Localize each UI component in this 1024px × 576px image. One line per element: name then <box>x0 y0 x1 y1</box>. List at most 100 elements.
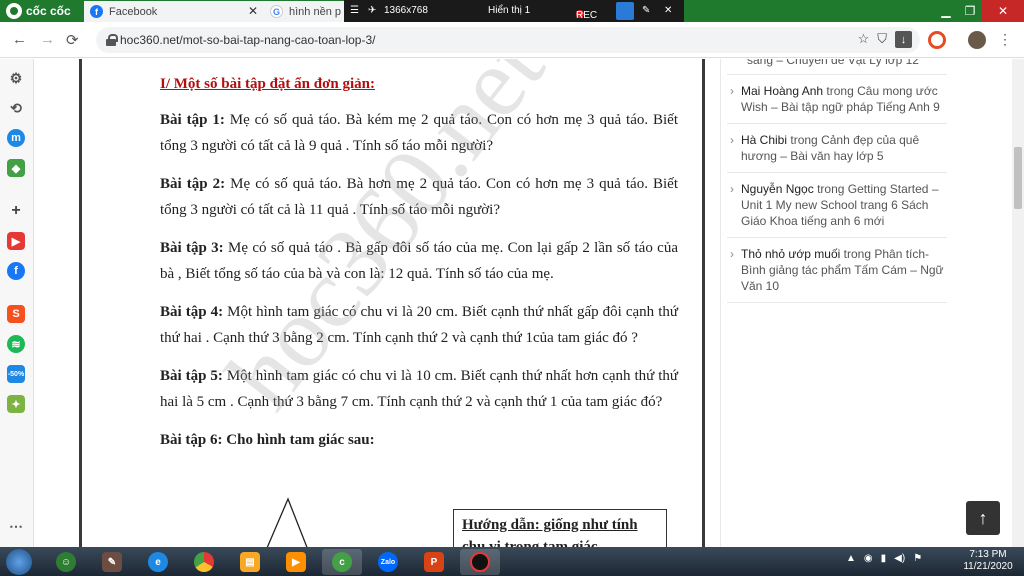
resolution-label: 1366x768 <box>384 5 428 16</box>
google-icon: G <box>270 5 283 18</box>
scroll-thumb[interactable] <box>1014 147 1022 209</box>
comment-author[interactable]: Mai Hoàng Anh <box>741 84 823 98</box>
coccoc-icon: c <box>332 552 352 572</box>
comment-author[interactable]: Hà Chibi <box>741 133 787 147</box>
youtube-icon[interactable]: ▶ <box>7 232 25 250</box>
exercise-2: Bài tập 2: Mẹ có số quả táo. Bà hơn mẹ 2… <box>160 171 678 223</box>
more-options-icon[interactable]: ⋯ <box>7 517 25 535</box>
pin-icon[interactable]: ✈ <box>368 5 376 16</box>
menu-icon[interactable]: ☰ <box>350 5 359 16</box>
comment-item: Mai Hoàng Anh trong Câu mong ước Wish – … <box>727 75 947 124</box>
tray-expand-icon[interactable]: ▲ <box>846 553 856 564</box>
extension-icon[interactable] <box>928 31 946 49</box>
volume-icon[interactable]: ◀) <box>894 553 905 564</box>
network-icon[interactable]: ▮ <box>881 553 887 564</box>
chrome-icon <box>194 552 214 572</box>
media-icon: ▶ <box>286 552 306 572</box>
comment-author[interactable]: Nguyễn Ngọc <box>741 182 814 196</box>
lock-icon[interactable] <box>106 34 118 46</box>
taskbar-powerpoint[interactable]: P <box>414 549 454 575</box>
close-window-button[interactable]: ✕ <box>982 0 1024 22</box>
zalo-icon: Zalo <box>378 552 398 572</box>
brand-label: cốc cốc <box>26 4 71 18</box>
system-tray: ▲ ◉ ▮ ◀) ⚑ <box>846 553 922 564</box>
coccoc-logo-icon <box>6 3 22 19</box>
web-page: I/ Một số bài tập đặt ẩn đơn giản: Bài t… <box>34 59 1024 547</box>
coccoc-menu-button[interactable]: cốc cốc <box>0 0 84 22</box>
tab-hinh-nen[interactable]: G hình nền p <box>264 1 344 22</box>
taskbar-media[interactable]: ▶ <box>276 549 316 575</box>
game-icon[interactable]: ◆ <box>7 159 25 177</box>
recorder-icon <box>470 552 490 572</box>
shield-icon[interactable]: ⛉ <box>877 31 887 48</box>
comment-connector: trong <box>843 247 871 261</box>
recorder-area-icon[interactable] <box>616 2 634 20</box>
exercise-label: Bài tập 5: <box>160 368 223 384</box>
exercise-5: Bài tập 5: Một hình tam giác có chu vi l… <box>160 363 678 415</box>
exercise-text: Cho hình tam giác sau: <box>222 432 375 448</box>
comment-item: Nguyễn Ngọc trong Getting Started – Unit… <box>727 173 947 238</box>
reload-icon[interactable]: ⟳ <box>66 31 79 49</box>
taskbar-explorer[interactable]: ▤ <box>230 549 270 575</box>
more-menu-icon[interactable]: ⋮ <box>998 31 1012 48</box>
url-text[interactable]: hoc360.net/mot-so-bai-tap-nang-cao-toan-… <box>120 33 375 47</box>
left-sidebar: ⚙ ⟲ m ◆ + ▶ f S ≋ -50% ✦ ⋯ <box>0 59 34 547</box>
tab-title: hình nền p <box>289 5 341 18</box>
facebook-sidebar-icon[interactable]: f <box>7 262 25 280</box>
minimize-button[interactable]: ▁ <box>934 0 958 22</box>
shopee-icon[interactable]: S <box>7 305 25 323</box>
taskbar-clock[interactable]: 7:13 PM 11/21/2020 <box>960 549 1016 573</box>
exercise-label: Bài tập 6: <box>160 432 223 448</box>
game2-icon[interactable]: ✦ <box>7 395 25 413</box>
add-icon[interactable]: + <box>7 202 25 220</box>
history-icon[interactable]: ⟲ <box>7 99 25 117</box>
bookmark-star-icon[interactable]: ☆ <box>858 31 870 48</box>
back-icon[interactable]: ← <box>12 31 27 48</box>
spotify-icon[interactable]: ≋ <box>7 335 25 353</box>
comment-connector: trong <box>790 133 818 147</box>
tray-app-icon[interactable]: ◉ <box>864 553 873 564</box>
partial-comment[interactable]: sáng – Chuyên đề Vật Lý lớp 12 <box>747 59 919 67</box>
back-to-top-button[interactable]: ↑ <box>966 501 1000 535</box>
taskbar-chrome[interactable] <box>184 549 224 575</box>
section-title: I/ Một số bài tập đặt ẩn đơn giản: <box>160 76 376 92</box>
profile-avatar[interactable] <box>968 31 986 49</box>
forward-icon[interactable]: → <box>40 31 55 48</box>
taskbar-zalo[interactable]: Zalo <box>368 549 408 575</box>
messenger-icon[interactable]: m <box>7 129 25 147</box>
rec-label: REC <box>576 10 598 21</box>
taskbar-app-1[interactable]: ☺ <box>46 549 86 575</box>
recent-comments-panel: sáng – Chuyên đề Vật Lý lớp 12 Mai Hoàng… <box>720 59 954 547</box>
tab-facebook[interactable]: f Facebook ✕ <box>84 1 264 22</box>
page-scrollbar[interactable] <box>1012 59 1024 547</box>
folder-icon: ▤ <box>240 552 260 572</box>
taskbar-app-2[interactable]: ✎ <box>92 549 132 575</box>
taskbar-recorder[interactable] <box>460 549 500 575</box>
display-label[interactable]: Hiển thị 1 <box>488 5 530 16</box>
arrow-up-icon: ↑ <box>978 507 988 528</box>
taskbar-coccoc[interactable]: c <box>322 549 362 575</box>
exercise-text: Một hình tam giác có chu vi là 10 cm. Bi… <box>160 368 678 410</box>
close-recorder-icon[interactable]: ✕ <box>664 5 672 16</box>
address-bar[interactable]: hoc360.net/mot-so-bai-tap-nang-cao-toan-… <box>96 27 920 53</box>
exercise-label: Bài tập 4: <box>160 304 224 320</box>
pen-icon[interactable]: ✎ <box>642 5 650 16</box>
exercise-4: Bài tập 4: Một hình tam giác có chu vi l… <box>160 299 678 351</box>
comment-item: Thỏ nhỏ ướp muối trong Phân tích-Bình gi… <box>727 238 947 303</box>
download-icon[interactable]: ↓ <box>895 31 912 48</box>
comment-author[interactable]: Thỏ nhỏ ướp muối <box>741 247 840 261</box>
clock-time: 7:13 PM <box>969 549 1007 560</box>
start-button[interactable] <box>6 549 32 575</box>
exercise-label: Bài tập 2: <box>160 176 226 192</box>
maximize-button[interactable]: ❐ <box>958 0 982 22</box>
settings-icon[interactable]: ⚙ <box>7 69 25 87</box>
close-tab-icon[interactable]: ✕ <box>248 4 258 18</box>
taskbar-ie[interactable]: e <box>138 549 178 575</box>
screen-recorder-bar: ☰ ✈ 1366x768 Hiển thị 1 REC ✎ ✕ <box>344 0 684 22</box>
exercise-1: Bài tập 1: Mẹ có số quả táo. Bà kém mẹ 2… <box>160 107 678 159</box>
flag-icon[interactable]: ⚑ <box>913 553 922 564</box>
content-border-left <box>79 59 82 547</box>
window-controls: ▁ ❐ ✕ <box>934 0 1024 22</box>
discount-icon[interactable]: -50% <box>7 365 25 383</box>
content-border-right <box>702 59 705 547</box>
